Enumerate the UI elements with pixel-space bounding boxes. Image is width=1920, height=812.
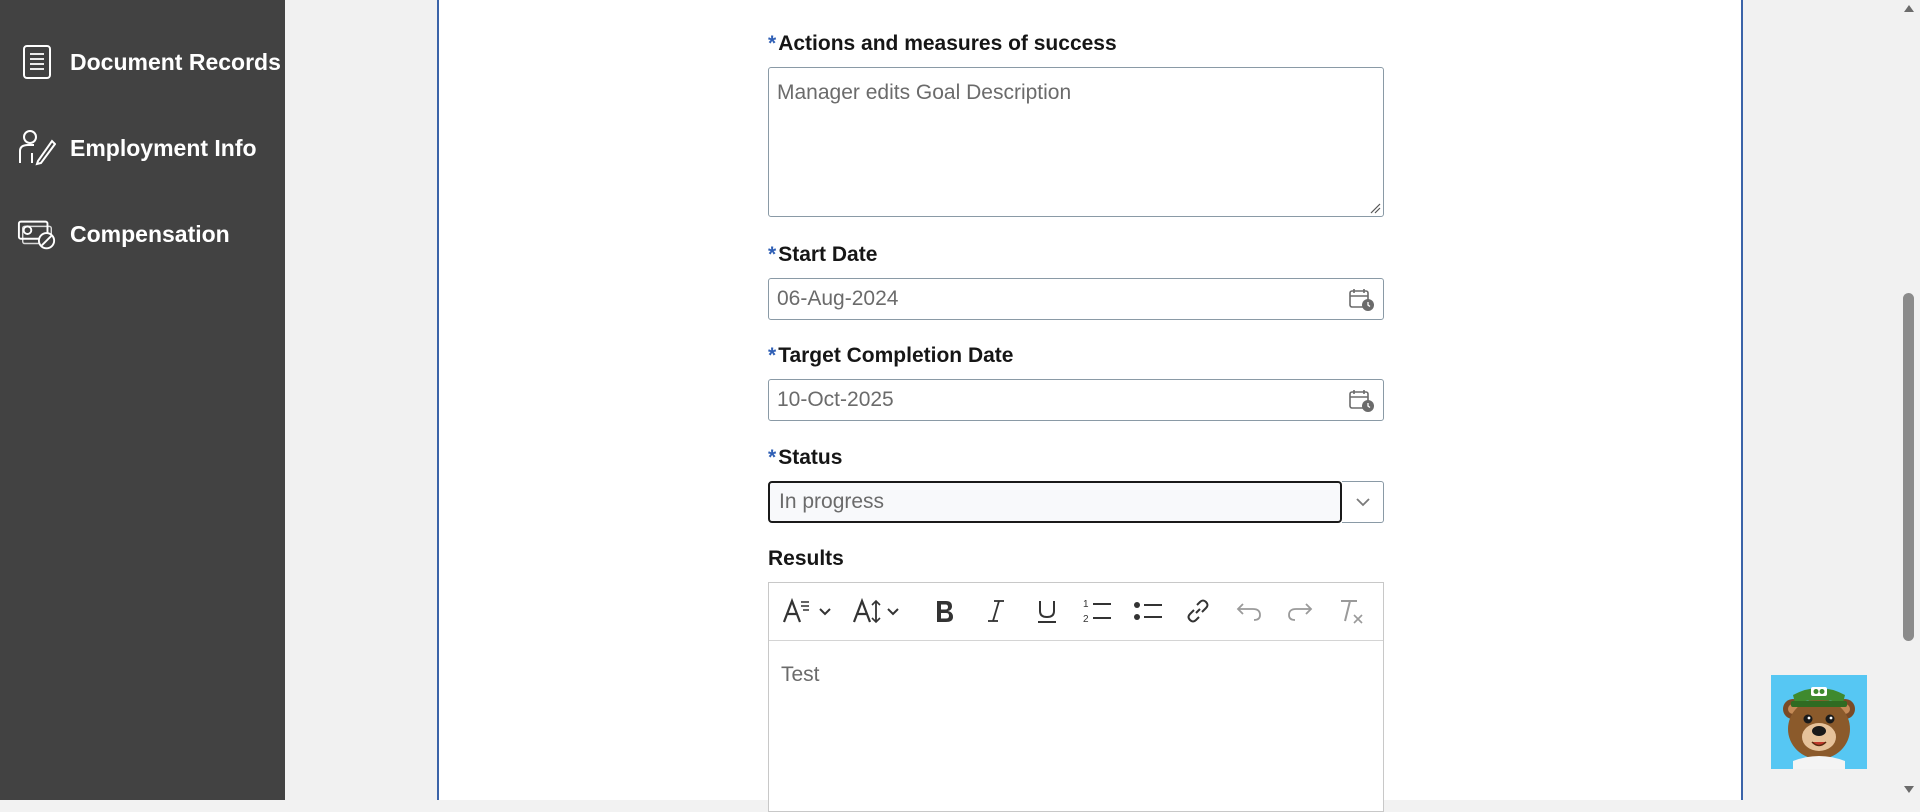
required-marker: * <box>768 32 777 55</box>
start-date-value: 06-Aug-2024 <box>777 287 899 310</box>
bear-mascot-icon <box>1783 687 1855 769</box>
svg-text:1: 1 <box>1083 599 1089 610</box>
sidebar-item-label: Document Records <box>70 48 281 75</box>
chevron-down-icon <box>1355 498 1370 507</box>
scroll-down-arrow-icon[interactable] <box>1903 785 1915 795</box>
italic-button[interactable] <box>978 593 1014 629</box>
start-date-input[interactable]: 06-Aug-2024 <box>768 278 1384 320</box>
start-date-label: *Start Date <box>768 243 878 266</box>
target-date-input[interactable]: 10-Oct-2025 <box>768 379 1384 421</box>
font-style-button[interactable] <box>781 593 837 629</box>
resize-handle-icon[interactable] <box>1369 202 1381 214</box>
bold-icon <box>937 601 953 622</box>
actions-label: *Actions and measures of success <box>768 32 1117 55</box>
status-select[interactable]: In progress <box>768 481 1342 523</box>
sidebar-item-employment-info[interactable]: Employment Info <box>0 118 285 178</box>
editor-toolbar: 1 2 <box>769 583 1383 641</box>
svg-text:2: 2 <box>1083 614 1089 625</box>
results-label: Results <box>768 547 844 570</box>
results-rich-text-editor[interactable]: 1 2 Test <box>768 582 1384 812</box>
underline-icon <box>1038 601 1056 623</box>
calendar-clock-icon[interactable] <box>1349 288 1375 312</box>
bullet-list-icon <box>1134 602 1162 620</box>
scrollbar-thumb[interactable] <box>1903 293 1914 641</box>
required-marker: * <box>768 344 777 367</box>
required-marker: * <box>768 446 777 469</box>
clear-formatting-button[interactable] <box>1332 593 1368 629</box>
link-button[interactable] <box>1180 593 1216 629</box>
calendar-clock-icon[interactable] <box>1349 389 1375 413</box>
redo-icon <box>1288 603 1313 621</box>
link-icon <box>1187 599 1209 623</box>
sidebar: Document Records Employment Info Compens… <box>0 0 285 800</box>
assistant-bear-avatar[interactable] <box>1771 675 1867 769</box>
scroll-up-arrow-icon[interactable] <box>1903 3 1915 13</box>
font-size-button[interactable] <box>851 593 907 629</box>
actions-placeholder: Manager edits Goal Description <box>777 81 1072 104</box>
sidebar-item-compensation[interactable]: Compensation <box>0 204 285 264</box>
document-list-icon <box>17 42 57 82</box>
status-dropdown-button[interactable] <box>1342 481 1384 523</box>
numbered-list-button[interactable]: 1 2 <box>1079 593 1115 629</box>
results-editor-content[interactable]: Test <box>781 663 820 687</box>
sidebar-item-label: Compensation <box>70 220 230 247</box>
underline-button[interactable] <box>1029 593 1065 629</box>
sidebar-item-document-records[interactable]: Document Records <box>0 32 285 92</box>
bold-button[interactable] <box>927 593 963 629</box>
person-edit-icon <box>17 128 57 168</box>
bullet-list-button[interactable] <box>1130 593 1166 629</box>
undo-button[interactable] <box>1231 593 1267 629</box>
target-date-label: *Target Completion Date <box>768 344 1014 367</box>
italic-icon <box>988 600 1004 622</box>
money-icon <box>17 214 57 254</box>
font-size-icon <box>852 597 899 624</box>
status-label: *Status <box>768 446 843 469</box>
sidebar-item-label: Employment Info <box>70 134 257 161</box>
clear-formatting-icon <box>1341 600 1363 624</box>
font-style-icon <box>782 597 831 623</box>
vertical-scrollbar[interactable] <box>1898 0 1920 800</box>
actions-textarea[interactable]: Manager edits Goal Description <box>768 67 1384 217</box>
target-date-value: 10-Oct-2025 <box>777 388 894 411</box>
undo-icon <box>1236 603 1261 621</box>
redo-button[interactable] <box>1282 593 1318 629</box>
status-value: In progress <box>779 490 885 513</box>
required-marker: * <box>768 243 777 266</box>
numbered-list-icon: 1 2 <box>1083 599 1111 625</box>
